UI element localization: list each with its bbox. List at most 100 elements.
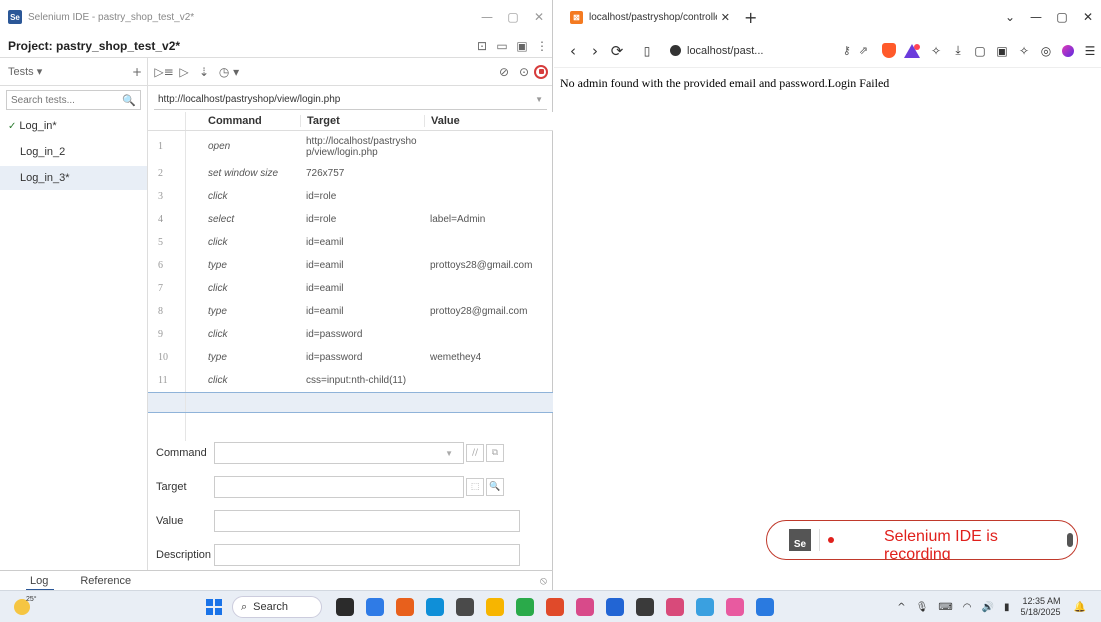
ide-titlebar[interactable]: Se Selenium IDE - pastry_shop_test_v2* —…: [0, 0, 552, 34]
test-speed-icon[interactable]: ◷ ▾: [214, 62, 244, 82]
open-project-icon[interactable]: ▭: [492, 36, 512, 56]
value-input[interactable]: [215, 511, 515, 531]
new-project-icon[interactable]: ⊡: [472, 36, 492, 56]
command-field[interactable]: ▼: [214, 442, 464, 464]
browser-maximize-button[interactable]: ▢: [1049, 10, 1075, 24]
browser-minimize-button[interactable]: —: [1023, 10, 1049, 24]
extensions-icon[interactable]: ✧: [925, 44, 947, 58]
taskbar-app-icon[interactable]: [726, 598, 744, 616]
test-search-input[interactable]: [11, 94, 123, 106]
taskbar-app-icon[interactable]: [336, 598, 354, 616]
target-input[interactable]: [215, 477, 459, 497]
share-icon[interactable]: ⇗: [859, 44, 868, 57]
clear-log-icon[interactable]: ⦸: [540, 574, 547, 588]
step-over-icon[interactable]: ⇣: [194, 62, 214, 82]
mic-icon[interactable]: 🎙: [916, 602, 929, 613]
table-row[interactable]: 11 click css=input:nth-child(11): [148, 369, 553, 392]
taskbar-app-icon[interactable]: [516, 598, 534, 616]
taskbar-app-icon[interactable]: [396, 598, 414, 616]
back-icon[interactable]: ‹: [562, 42, 584, 60]
browser-tab[interactable]: ⊠ localhost/pastryshop/controller/lo ✕: [564, 4, 736, 30]
taskbar-app-icon[interactable]: [696, 598, 714, 616]
wifi-icon[interactable]: ◠: [963, 602, 972, 613]
downloads-icon[interactable]: ⤓: [947, 43, 969, 58]
tests-dropdown[interactable]: Tests ▾: [8, 65, 127, 78]
drag-handle-icon[interactable]: [1067, 533, 1073, 547]
value-field[interactable]: [214, 510, 520, 532]
bookmark-icon[interactable]: ▯: [636, 44, 658, 58]
taskbar-app-icon[interactable]: [666, 598, 684, 616]
volume-icon[interactable]: 🔊: [982, 602, 994, 613]
address-text[interactable]: localhost/past...: [687, 45, 835, 57]
find-target-icon[interactable]: 🔍: [486, 478, 504, 496]
pause-on-exceptions-icon[interactable]: ⊙: [514, 62, 534, 82]
site-info-icon[interactable]: [670, 45, 681, 56]
leo-ai-icon[interactable]: ✧: [1013, 44, 1035, 58]
tab-search-chevron-icon[interactable]: ⌄: [997, 10, 1023, 24]
chevron-up-icon[interactable]: ^: [897, 602, 905, 613]
chevron-down-icon[interactable]: ▼: [445, 449, 453, 458]
address-bar[interactable]: localhost/past... ⚷ ⇗: [664, 38, 874, 64]
browser-close-button[interactable]: ✕: [1075, 10, 1101, 24]
table-row[interactable]: 2 set window size 726x757: [148, 162, 553, 185]
close-button[interactable]: ✕: [526, 10, 552, 24]
windows-start-icon[interactable]: [206, 599, 222, 615]
table-row[interactable]: 1 open http://localhost/pastrysho p/view/l…: [148, 131, 553, 162]
notification-bell-icon[interactable]: 🔔: [1074, 602, 1086, 613]
taskbar-app-icon[interactable]: [366, 598, 384, 616]
table-row[interactable]: 8 type id=eamil prottoy28@gmail.com: [148, 300, 553, 323]
test-item[interactable]: Log_in_3*: [0, 166, 147, 190]
more-options-icon[interactable]: ⋮: [532, 36, 552, 56]
minimize-button[interactable]: —: [474, 10, 500, 24]
taskbar-app-icon[interactable]: [456, 598, 474, 616]
selenium-recording-badge[interactable]: Se Selenium IDE is recording: [766, 520, 1078, 560]
taskbar-app-icon[interactable]: [576, 598, 594, 616]
tab-reference[interactable]: Reference: [60, 575, 131, 587]
command-input[interactable]: [215, 443, 446, 463]
save-project-icon[interactable]: ▣: [512, 36, 532, 56]
table-row[interactable]: 4 select id=role label=Admin: [148, 208, 553, 231]
table-row[interactable]: 6 type id=eamil prottoys28@gmail.com: [148, 254, 553, 277]
table-row[interactable]: 5 click id=eamil: [148, 231, 553, 254]
profile-avatar[interactable]: [1062, 44, 1074, 57]
key-icon[interactable]: ⚷: [843, 44, 851, 57]
chevron-down-icon[interactable]: ▼: [535, 95, 543, 104]
taskbar-app-icon[interactable]: [486, 598, 504, 616]
target-field[interactable]: [214, 476, 464, 498]
tab-close-icon[interactable]: ✕: [721, 11, 730, 24]
open-reference-icon[interactable]: ⧉: [486, 444, 504, 462]
wallet-icon[interactable]: ▣: [991, 44, 1013, 58]
taskbar-search[interactable]: ⌕ Search: [232, 596, 322, 618]
keyboard-icon[interactable]: ⌨: [938, 602, 952, 613]
brave-rewards-icon[interactable]: [904, 43, 920, 58]
table-row[interactable]: 9 click id=password: [148, 323, 553, 346]
vpn-icon[interactable]: ◎: [1035, 44, 1057, 58]
table-row[interactable]: 7 click id=eamil: [148, 277, 553, 300]
test-search-box[interactable]: 🔍: [6, 90, 141, 110]
run-current-test-icon[interactable]: ▷: [174, 62, 194, 82]
test-item[interactable]: ✓ Log_in*: [0, 114, 147, 138]
taskbar-app-icon[interactable]: [756, 598, 774, 616]
maximize-button[interactable]: ▢: [500, 10, 526, 24]
project-name[interactable]: Project: pastry_shop_test_v2*: [8, 39, 472, 53]
battery-icon[interactable]: ▮: [1004, 602, 1010, 613]
test-item[interactable]: Log_in_2: [0, 140, 147, 164]
comment-icon[interactable]: //: [466, 444, 484, 462]
add-test-icon[interactable]: +: [127, 62, 147, 82]
base-url-value[interactable]: http://localhost/pastryshop/view/login.p…: [158, 94, 535, 105]
select-target-icon[interactable]: ⬚: [466, 478, 484, 496]
taskbar-app-icon[interactable]: [606, 598, 624, 616]
run-all-tests-icon[interactable]: ▷≡: [154, 62, 174, 82]
reload-icon[interactable]: ⟳: [606, 42, 628, 60]
new-tab-icon[interactable]: +: [744, 8, 757, 27]
menu-icon[interactable]: ☰: [1079, 44, 1101, 58]
sidebar-icon[interactable]: ▢: [969, 44, 991, 58]
disable-breakpoints-icon[interactable]: ⊘: [494, 62, 514, 82]
brave-shield-icon[interactable]: [882, 43, 896, 58]
taskbar-app-icon[interactable]: [426, 598, 444, 616]
table-row[interactable]: 10 type id=password wemethey4: [148, 346, 553, 369]
forward-icon[interactable]: ›: [584, 42, 606, 60]
description-field[interactable]: [214, 544, 520, 566]
taskbar-app-icon[interactable]: [636, 598, 654, 616]
table-row[interactable]: 3 click id=role: [148, 185, 553, 208]
